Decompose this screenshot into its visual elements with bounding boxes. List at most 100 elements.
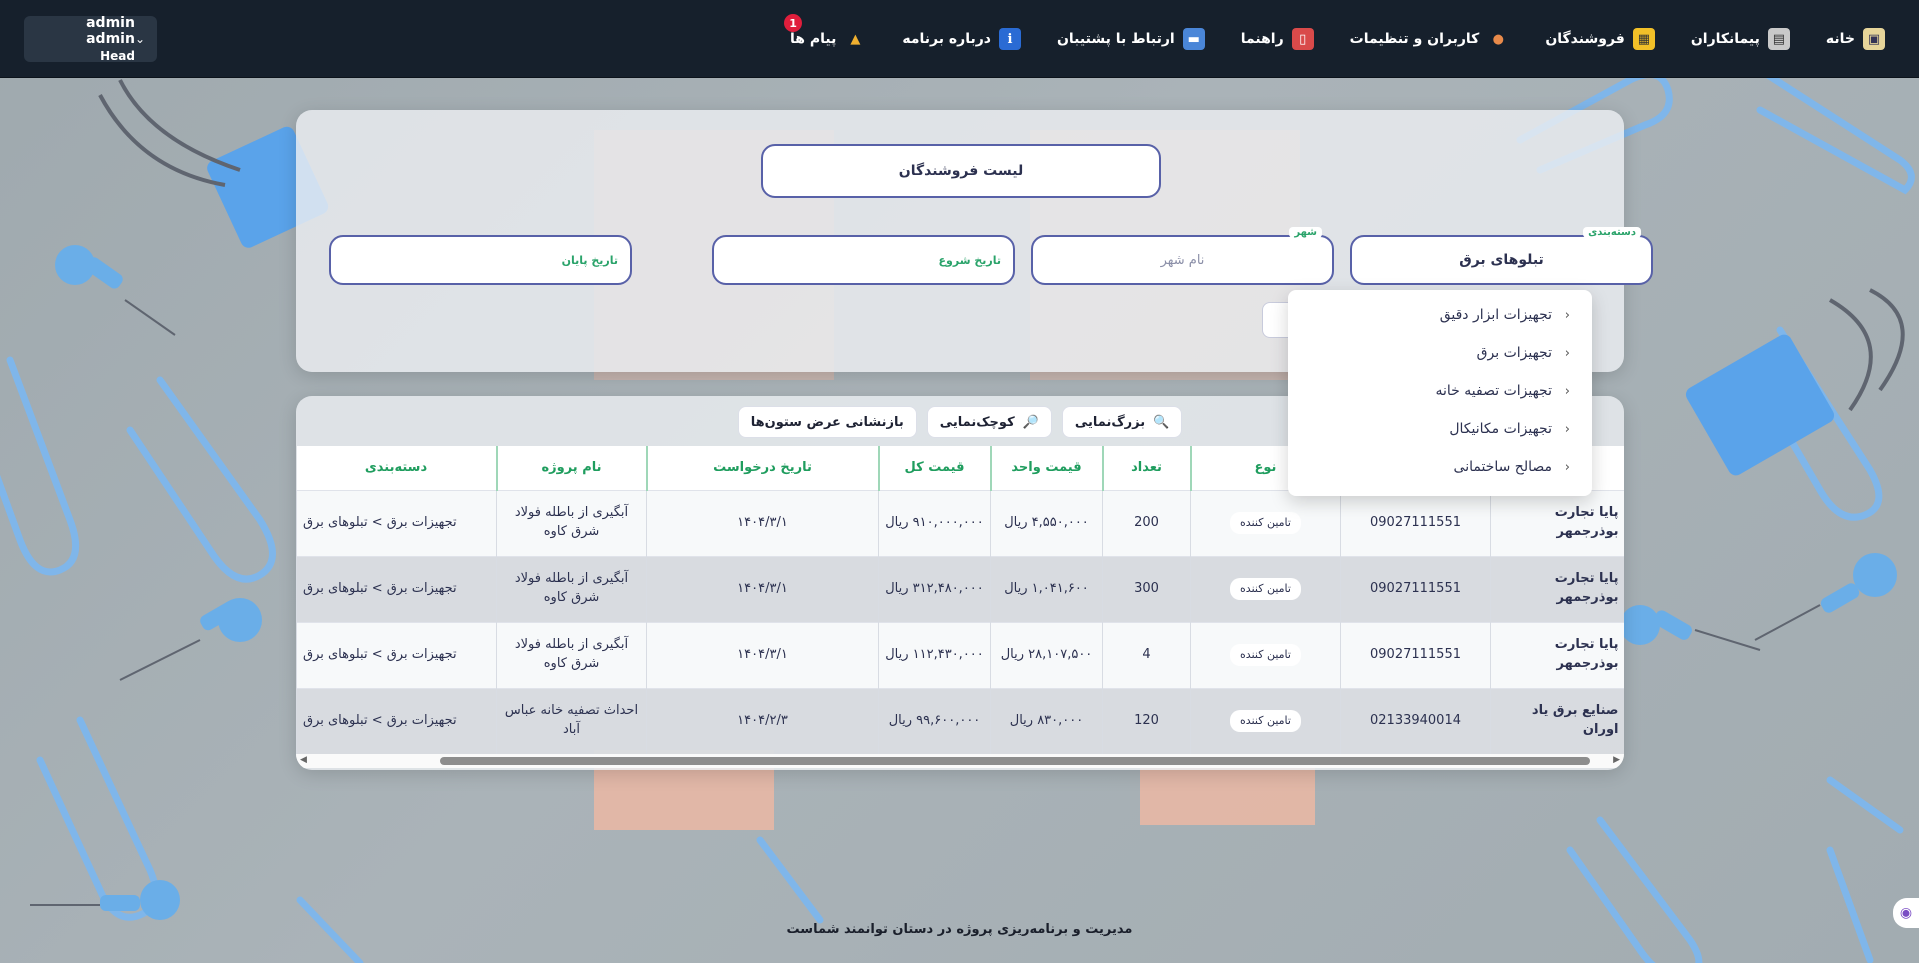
chevron-left-icon: ‹	[1564, 421, 1570, 437]
cell-date: ۱۴۰۴/۳/۱	[646, 555, 879, 622]
sellers-icon: ▦	[1632, 28, 1655, 50]
support-chat-icon: ▬	[1182, 28, 1205, 50]
category-dropdown: ‹ تجهیزات ابزار دقیق ‹ تجهیزات برق ‹ تجه…	[1288, 290, 1592, 496]
end-date-label: تاریخ پایان	[561, 253, 618, 267]
nav-item-label: پیام ها	[790, 31, 837, 47]
end-date-field[interactable]: تاریخ پایان	[329, 235, 632, 285]
cell-type: تامین کننده	[1190, 621, 1341, 688]
cell-qty: 200	[1102, 489, 1191, 556]
nav-item-messages[interactable]: ▲ پیام ها 1	[772, 0, 884, 78]
zoom-out-button[interactable]: 🔎 کوچک‌نمایی	[926, 406, 1052, 438]
cell-project: احداث تصفیه خانه عباس آباد	[496, 687, 647, 754]
nav-item-users-settings[interactable]: ● کاربران و تنظیمات	[1332, 0, 1528, 78]
scroll-left-icon[interactable]: ◀	[300, 755, 307, 765]
dropdown-item-label: تجهیزات برق	[1476, 345, 1552, 361]
cell-total-price: ۳۱۲,۴۸۰,۰۰۰ ریال	[878, 555, 991, 622]
start-date-field[interactable]: تاریخ شروع	[712, 235, 1015, 285]
chevron-down-icon: ⌄	[134, 32, 145, 46]
dropdown-item-label: تجهیزات مکانیکال	[1449, 421, 1552, 437]
cell-total-price: ۱۱۲,۴۳۰,۰۰۰ ریال	[878, 621, 991, 688]
dropdown-item[interactable]: ‹ تجهیزات برق	[1288, 334, 1592, 372]
cell-name: پایا تجارت بوذرجمهر	[1490, 489, 1624, 556]
column-header[interactable]: دسته‌بندی	[296, 446, 497, 490]
column-header[interactable]: تاریخ درخواست	[645, 446, 879, 490]
nav-item-sellers[interactable]: ▦ فروشندگان	[1527, 0, 1673, 78]
type-pill: تامین کننده	[1230, 512, 1301, 534]
assistant-icon[interactable]: ◉	[1893, 898, 1919, 928]
nav-item-label: خانه	[1825, 31, 1855, 47]
scroll-thumb[interactable]	[440, 757, 1590, 765]
cell-date: ۱۴۰۴/۳/۱	[646, 489, 879, 556]
chevron-left-icon: ‹	[1564, 345, 1570, 361]
home-icon: ▣	[1863, 28, 1885, 50]
cell-phone: 09027111551	[1340, 621, 1491, 688]
zoom-in-button[interactable]: 🔍 بزرگ‌نمایی	[1061, 406, 1183, 438]
contractors-icon: ▤	[1767, 28, 1790, 50]
scroll-right-icon[interactable]: ▶	[1613, 755, 1620, 765]
bell-icon: ▲	[850, 31, 861, 47]
cell-total-price: ۹۱۰,۰۰۰,۰۰۰ ریال	[878, 489, 991, 556]
city-field[interactable]: شهر نام شهر	[1031, 227, 1334, 285]
guide-icon: ▯	[1291, 28, 1314, 50]
dropdown-item[interactable]: ‹ مصالح ساختمانی	[1288, 448, 1592, 486]
cell-name: پایا تجارت بوذرجمهر	[1490, 621, 1624, 688]
cell-qty: 300	[1102, 555, 1191, 622]
nav-item-guide[interactable]: ▯ راهنما	[1223, 0, 1332, 78]
dropdown-item[interactable]: ‹ تجهیزات ابزار دقیق	[1288, 296, 1592, 334]
city-placeholder: نام شهر	[1160, 252, 1205, 268]
column-header[interactable]: نام پروژه	[495, 446, 647, 490]
city-label: شهر	[1289, 227, 1322, 238]
chevron-left-icon: ‹	[1564, 383, 1570, 399]
dropdown-item-label: مصالح ساختمانی	[1453, 459, 1552, 475]
nav-item-support[interactable]: ▬ ارتباط با پشتیبان	[1039, 0, 1223, 78]
category-label: دسته‌بندی	[1583, 227, 1641, 238]
table-row[interactable]: صنایع برق یاد اوران 02133940014 تامین کن…	[296, 687, 1624, 754]
category-value: تبلوهای برق	[1459, 252, 1544, 268]
cell-date: ۱۴۰۴/۳/۱	[646, 621, 879, 688]
category-select[interactable]: دسته‌بندی تبلوهای برق	[1350, 227, 1653, 285]
cell-unit-price: ۱,۰۴۱,۶۰۰ ریال	[990, 555, 1103, 622]
nav-item-contractors[interactable]: ▤ پیمانکاران	[1673, 0, 1808, 78]
cell-date: ۱۴۰۴/۲/۳	[646, 687, 879, 754]
column-header[interactable]: قیمت واحد	[989, 446, 1103, 490]
cell-project: آبگیری از باطله فولاد شرق کاوه	[496, 621, 647, 688]
cell-name: پایا تجارت بوذرجمهر	[1490, 555, 1624, 622]
column-header[interactable]: تعداد	[1101, 446, 1191, 490]
column-header[interactable]: قیمت کل	[877, 446, 991, 490]
table-row[interactable]: پایا تجارت بوذرجمهر 09027111551 تامین کن…	[296, 555, 1624, 622]
page-title: لیست فروشندگان	[761, 144, 1161, 198]
dropdown-item[interactable]: ‹ تجهیزات تصفیه خانه	[1288, 372, 1592, 410]
type-pill: تامین کننده	[1230, 578, 1301, 600]
nav-item-label: کاربران و تنظیمات	[1349, 31, 1480, 47]
nav-item-label: پیمانکاران	[1690, 31, 1760, 47]
cell-qty: 4	[1102, 621, 1191, 688]
info-icon: i	[998, 28, 1021, 50]
nav-item-label: فروشندگان	[1545, 31, 1625, 47]
start-date-label: تاریخ شروع	[938, 253, 1002, 267]
nav-item-about[interactable]: i درباره برنامه	[884, 0, 1039, 78]
zoom-in-label: بزرگ‌نمایی	[1074, 414, 1146, 430]
chevron-left-icon: ‹	[1564, 459, 1570, 475]
zoom-in-icon: 🔍	[1153, 414, 1170, 430]
cell-category: تجهیزات برق > تبلوهای برق	[296, 489, 497, 556]
cell-unit-price: ۲۸,۱۰۷,۵۰۰ ریال	[990, 621, 1103, 688]
user-menu[interactable]: ⌄ admin admin Head	[24, 15, 157, 63]
cell-phone: 09027111551	[1340, 555, 1491, 622]
chevron-left-icon: ‹	[1564, 307, 1570, 323]
top-navbar: ▣ خانه ▤ پیمانکاران ▦ فروشندگان ● کاربرا…	[0, 0, 1919, 78]
nav-item-label: راهنما	[1240, 31, 1284, 47]
cell-category: تجهیزات برق > تبلوهای برق	[296, 555, 497, 622]
cell-category: تجهیزات برق > تبلوهای برق	[296, 687, 497, 754]
user-name: admin admin	[86, 15, 135, 47]
cell-phone: 09027111551	[1340, 489, 1491, 556]
dropdown-item[interactable]: ‹ تجهیزات مکانیکال	[1288, 410, 1592, 448]
cell-type: تامین کننده	[1190, 555, 1341, 622]
nav-item-home[interactable]: ▣ خانه	[1808, 0, 1903, 78]
table-row[interactable]: پایا تجارت بوذرجمهر 09027111551 تامین کن…	[296, 621, 1624, 688]
cell-unit-price: ۴,۵۵۰,۰۰۰ ریال	[990, 489, 1103, 556]
table-row[interactable]: پایا تجارت بوذرجمهر 09027111551 تامین کن…	[296, 489, 1624, 556]
horizontal-scrollbar[interactable]: ◀ ▶	[296, 754, 1624, 768]
notification-badge: 1	[784, 14, 803, 32]
reset-columns-button[interactable]: بازنشانی عرض ستون‌ها	[737, 406, 917, 438]
cell-type: تامین کننده	[1190, 489, 1341, 556]
